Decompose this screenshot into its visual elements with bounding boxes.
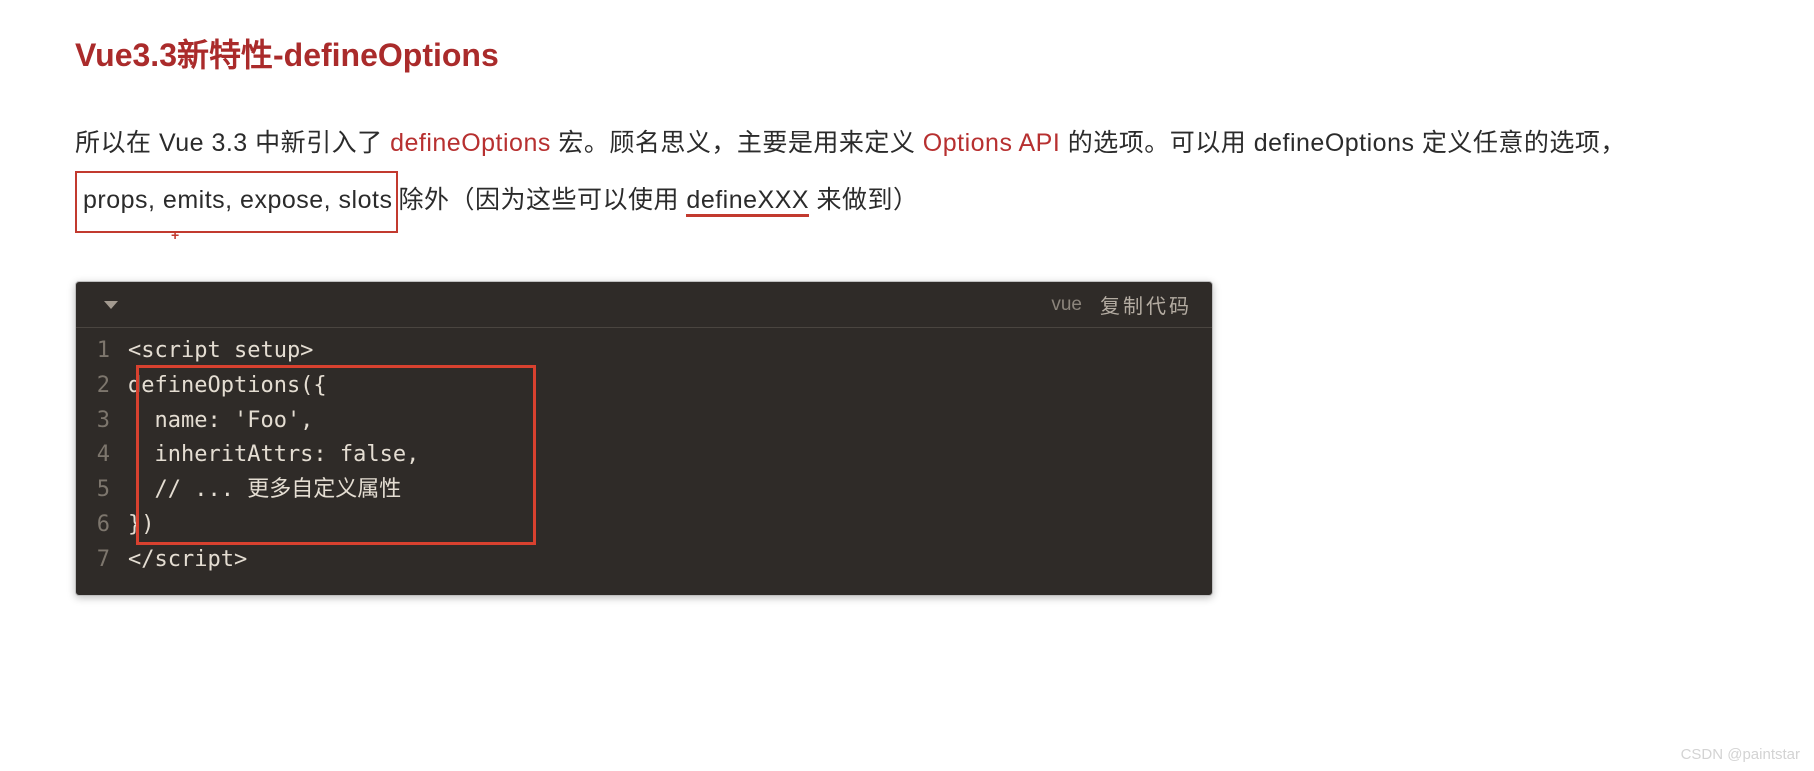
code-line: 1<script setup> (76, 334, 1212, 369)
code-text: <script setup> (128, 334, 313, 369)
copy-code-button[interactable]: 复制代码 (1100, 290, 1192, 319)
document-container: Vue3.3新特性-defineOptions 所以在 Vue 3.3 中新引入… (0, 0, 1814, 596)
text-segment: 除外（因为这些可以使用 (398, 186, 686, 214)
highlight-defineoptions: defineOptions (390, 129, 551, 157)
code-body: 1<script setup> 2defineOptions({ 3 name:… (76, 328, 1212, 595)
plus-annotation: + (171, 220, 180, 251)
text-segment: 所以在 Vue 3.3 中新引入了 (75, 129, 390, 157)
line-number: 1 (76, 334, 128, 369)
boxed-text: props, emits, expose, slots (83, 186, 392, 214)
code-text: }) (128, 508, 155, 543)
code-line: 5 // ... 更多自定义属性 (76, 473, 1212, 508)
code-line: 2defineOptions({ (76, 369, 1212, 404)
code-text: inheritAttrs: false, (128, 438, 419, 473)
line-number: 7 (76, 543, 128, 578)
underline-definexxx: defineXXX (686, 186, 809, 217)
text-segment: 宏。顾名思义，主要是用来定义 (551, 129, 923, 157)
boxed-exceptions: props, emits, expose, slots + (75, 171, 398, 233)
code-text: // ... 更多自定义属性 (128, 473, 401, 508)
heading: Vue3.3新特性-defineOptions (75, 30, 1739, 76)
code-line: 6}) (76, 508, 1212, 543)
watermark: CSDN @paintstar (1681, 746, 1800, 763)
caret-down-icon[interactable] (104, 301, 118, 309)
line-number: 5 (76, 473, 128, 508)
text-segment: 来做到） (809, 186, 918, 214)
description-paragraph: 所以在 Vue 3.3 中新引入了 defineOptions 宏。顾名思义，主… (75, 116, 1739, 233)
code-text: defineOptions({ (128, 369, 327, 404)
code-text: name: 'Foo', (128, 404, 313, 439)
code-header: vue 复制代码 (76, 282, 1212, 328)
language-label: vue (1051, 294, 1082, 316)
line-number: 3 (76, 404, 128, 439)
text-segment: 的选项。可以用 defineOptions 定义任意的选项， (1060, 129, 1626, 157)
code-line: 3 name: 'Foo', (76, 404, 1212, 439)
code-text: </script> (128, 543, 247, 578)
line-number: 4 (76, 438, 128, 473)
code-header-right: vue 复制代码 (1051, 290, 1192, 319)
highlight-optionsapi: Options API (923, 129, 1061, 157)
code-header-left (104, 301, 118, 309)
code-block: vue 复制代码 1<script setup> 2defineOptions(… (75, 281, 1213, 596)
code-line: 4 inheritAttrs: false, (76, 438, 1212, 473)
line-number: 6 (76, 508, 128, 543)
line-number: 2 (76, 369, 128, 404)
code-line: 7</script> (76, 543, 1212, 578)
